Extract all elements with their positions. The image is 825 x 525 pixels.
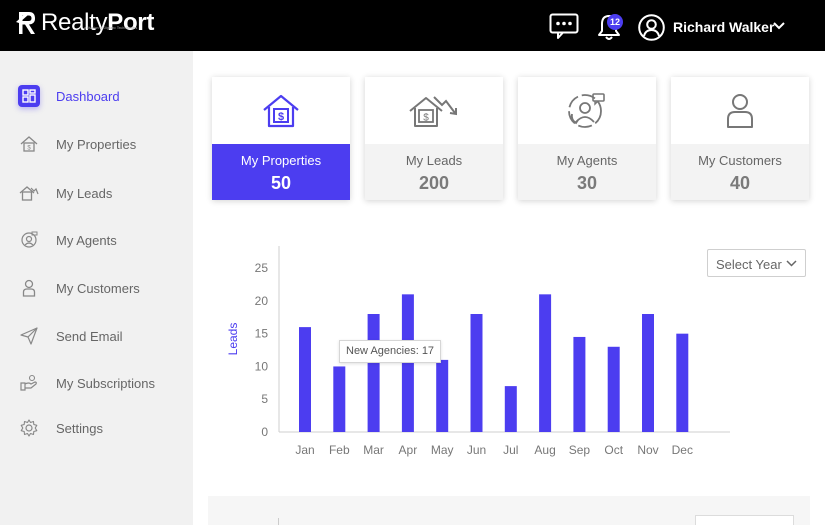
- x-tick-label: Aug: [534, 443, 555, 457]
- y-tick-label: 10: [255, 359, 269, 373]
- bar-nov: [642, 314, 654, 432]
- y-tick-label: 15: [255, 327, 269, 341]
- leads-bar-chart: 0 5 10 15 20 25 Leads Jan Feb Mar Apr May Jun Jul Aug S…: [226, 246, 730, 457]
- x-tick-label: Feb: [329, 443, 350, 457]
- secondary-select-year-dropdown[interactable]: [695, 515, 794, 525]
- bar-oct: [607, 346, 620, 432]
- x-tick-label: Nov: [637, 443, 658, 457]
- bar-apr: [401, 294, 414, 432]
- y-tick-label: 25: [255, 261, 269, 275]
- x-tick-label: Jun: [467, 443, 486, 457]
- y-tick-label: 20: [255, 294, 269, 308]
- chart-tooltip: New Agencies: 17: [339, 340, 442, 363]
- secondary-chart-axis: [278, 518, 279, 525]
- x-tick-label: Jul: [503, 443, 518, 457]
- y-axis-title: Leads: [226, 323, 240, 356]
- x-tick-label: Oct: [604, 443, 623, 457]
- bar-jan: [299, 327, 311, 432]
- x-tick-label: Apr: [399, 443, 418, 457]
- bar-aug: [539, 294, 552, 432]
- y-tick-label: 0: [261, 425, 268, 439]
- bar-jul: [504, 386, 517, 432]
- x-tick-label: May: [431, 443, 454, 457]
- y-tick-label: 5: [261, 392, 268, 406]
- x-tick-label: Jan: [295, 443, 314, 457]
- bar-feb: [333, 366, 346, 432]
- bar-may: [436, 359, 449, 432]
- x-tick-label: Mar: [363, 443, 384, 457]
- x-tick-label: Dec: [672, 443, 693, 457]
- bar-dec: [676, 333, 689, 432]
- bar-jun: [470, 314, 483, 432]
- x-tick-label: Sep: [569, 443, 591, 457]
- bar-sep: [573, 336, 586, 432]
- bar-mar: [367, 314, 380, 432]
